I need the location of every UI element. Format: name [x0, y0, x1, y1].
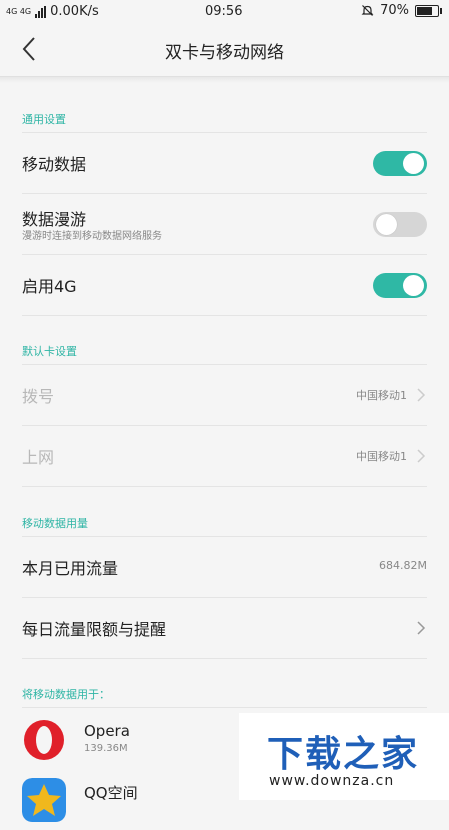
section-apps-label: 将移动数据用于： [22, 688, 110, 701]
dial-value: 中国移动1 [356, 389, 407, 402]
enable-4g-label: 启用4G [22, 277, 77, 296]
clock: 09:56 [205, 4, 243, 19]
network-type-badge: 4G 4G [6, 6, 32, 16]
app-data-size: 139.36M [84, 743, 128, 754]
mobile-data-label: 移动数据 [22, 155, 87, 174]
enable-4g-row[interactable]: 启用4G [0, 255, 449, 315]
battery-icon [415, 4, 442, 17]
dial-row[interactable]: 拨号 中国移动1 [0, 365, 449, 425]
header-shadow [0, 77, 449, 83]
divider [22, 707, 427, 708]
section-general-label: 通用设置 [22, 113, 66, 126]
battery-percent: 70% [380, 3, 409, 18]
section-usage-label: 移动数据用量 [22, 517, 88, 530]
data-roaming-description: 漫游时连接到移动数据网络服务 [22, 231, 162, 242]
divider [22, 315, 427, 316]
mobile-data-toggle[interactable] [373, 151, 427, 176]
mute-bell-icon [361, 5, 374, 16]
signal-icon [35, 5, 47, 18]
monthly-usage-label: 本月已用流量 [22, 559, 119, 578]
daily-limit-label: 每日流量限额与提醒 [22, 620, 167, 639]
watermark: 下载之家 www.downza.cn [239, 713, 449, 800]
qzone-icon [22, 778, 66, 822]
enable-4g-toggle[interactable] [373, 273, 427, 298]
status-bar: 4G 4G 0.00K/s 09:56 70% [0, 0, 449, 24]
dial-label: 拨号 [22, 387, 55, 406]
chevron-right-icon [417, 621, 426, 635]
internet-row[interactable]: 上网 中国移动1 [0, 426, 449, 486]
app-name: Opera [84, 722, 130, 740]
opera-icon [24, 720, 64, 760]
section-default-card-label: 默认卡设置 [22, 345, 77, 358]
data-roaming-row[interactable]: 数据漫游 漫游时连接到移动数据网络服务 [0, 194, 449, 254]
watermark-url: www.downza.cn [269, 773, 395, 789]
internet-value: 中国移动1 [356, 450, 407, 463]
network-speed: 0.00K/s [50, 4, 99, 19]
monthly-usage-value: 684.82M [379, 559, 427, 572]
monthly-usage-row[interactable]: 本月已用流量 684.82M [0, 537, 449, 597]
daily-limit-row[interactable]: 每日流量限额与提醒 [0, 598, 449, 658]
internet-label: 上网 [22, 448, 55, 467]
divider [22, 658, 427, 659]
app-header: 双卡与移动网络 [0, 24, 449, 76]
mobile-data-row[interactable]: 移动数据 [0, 133, 449, 193]
chevron-right-icon [417, 388, 426, 402]
chevron-right-icon [417, 449, 426, 463]
data-roaming-toggle[interactable] [373, 212, 427, 237]
divider [22, 486, 427, 487]
page-title: 双卡与移动网络 [165, 43, 284, 63]
watermark-logo: 下载之家 [267, 734, 420, 775]
